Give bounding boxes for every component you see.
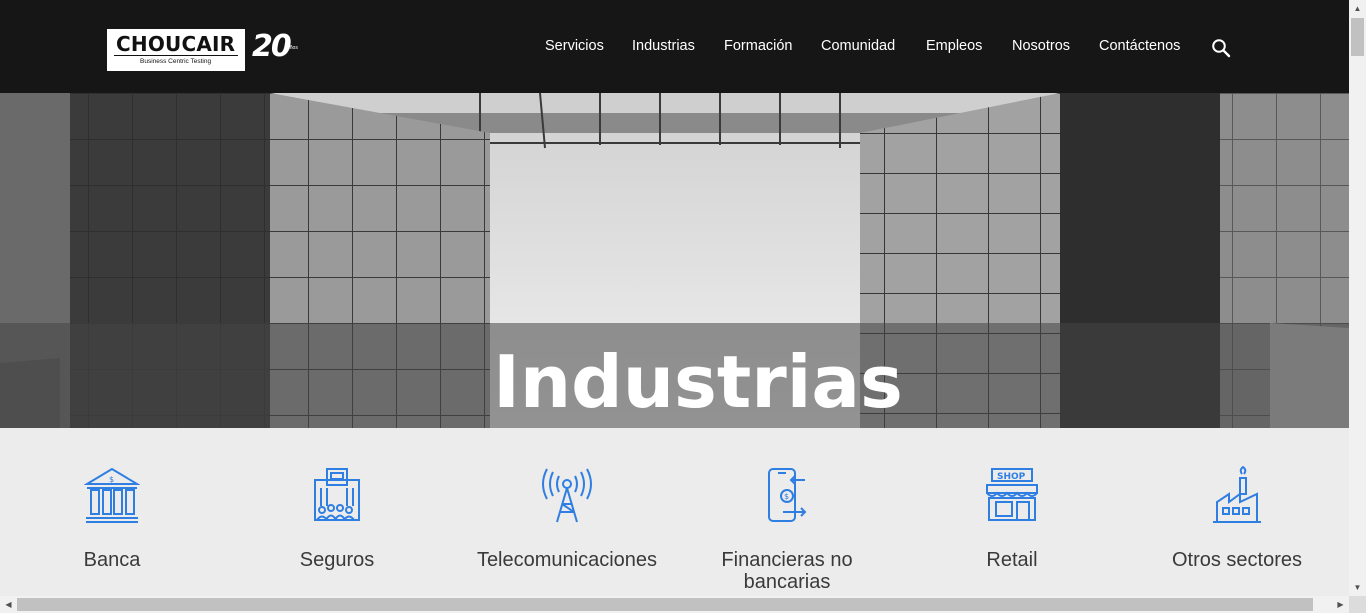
scroll-down-arrow-icon[interactable]: ▼ [1349,579,1366,596]
scrollbar-corner [1349,596,1366,613]
scroll-left-arrow-icon[interactable]: ◀ [0,596,17,613]
industry-label: Financieras no bancarias [721,549,853,593]
logo-box: CHOUCAIR Business Centric Testing [107,29,245,71]
industry-label: Banca [83,549,141,571]
logo-anniversary-small: años [287,45,298,51]
industry-financieras-no-bancarias[interactable]: $ Financieras no bancarias [687,466,887,593]
nav-nosotros[interactable]: Nosotros [1012,38,1070,54]
industry-telecomunicaciones[interactable]: Telecomunicaciones [467,466,667,571]
vertical-scrollbar[interactable]: ▲ ▼ [1349,0,1366,596]
industry-label: Retail [986,549,1038,571]
nav-comunidad[interactable]: Comunidad [821,38,895,54]
industry-retail[interactable]: SHOP Retail [912,466,1112,571]
horizontal-scroll-thumb[interactable] [17,598,1313,611]
industry-label: Seguros [299,549,375,571]
industry-otros-sectores[interactable]: Otros sectores [1137,466,1337,571]
vertical-scroll-thumb[interactable] [1351,18,1364,56]
nav-formacion[interactable]: Formación [724,38,793,54]
nav-empleos[interactable]: Empleos [926,38,982,54]
search-icon[interactable] [1211,38,1231,58]
mobile-payment-icon: $ [768,468,807,522]
logo-word: CHOUCAIR [116,32,236,56]
shop-icon: SHOP [986,468,1038,521]
nav-servicios[interactable]: Servicios [545,38,604,54]
industry-banca[interactable]: $ Banca [12,466,212,571]
logo-tagline: Business Centric Testing [140,58,212,65]
industry-label: Telecomunicaciones [476,549,658,571]
logo-divider [114,55,238,56]
site-header: CHOUCAIR Business Centric Testing 20 año… [0,0,1349,93]
scroll-up-arrow-icon[interactable]: ▲ [1349,0,1366,17]
svg-text:$: $ [109,475,114,484]
industry-label: Otros sectores [1171,549,1303,571]
factory-icon [1213,466,1261,523]
choucair-logo[interactable]: CHOUCAIR Business Centric Testing 20 año… [107,29,307,73]
svg-text:$: $ [784,492,789,501]
industry-seguros[interactable]: Seguros [237,466,437,571]
antenna-tower-icon [542,468,592,523]
bank-icon: $ [84,467,140,523]
nav-contactenos[interactable]: Contáctenos [1099,38,1180,54]
insurance-building-icon [314,468,360,521]
hero-banner: Industrias [0,93,1349,428]
page-title: Industrias [493,340,903,424]
svg-text:SHOP: SHOP [997,472,1026,482]
nav-industrias[interactable]: Industrias [632,38,695,54]
scroll-right-arrow-icon[interactable]: ▶ [1332,596,1349,613]
horizontal-scrollbar[interactable]: ◀ ▶ [0,596,1349,613]
logo-anniversary: 20 [252,29,292,64]
